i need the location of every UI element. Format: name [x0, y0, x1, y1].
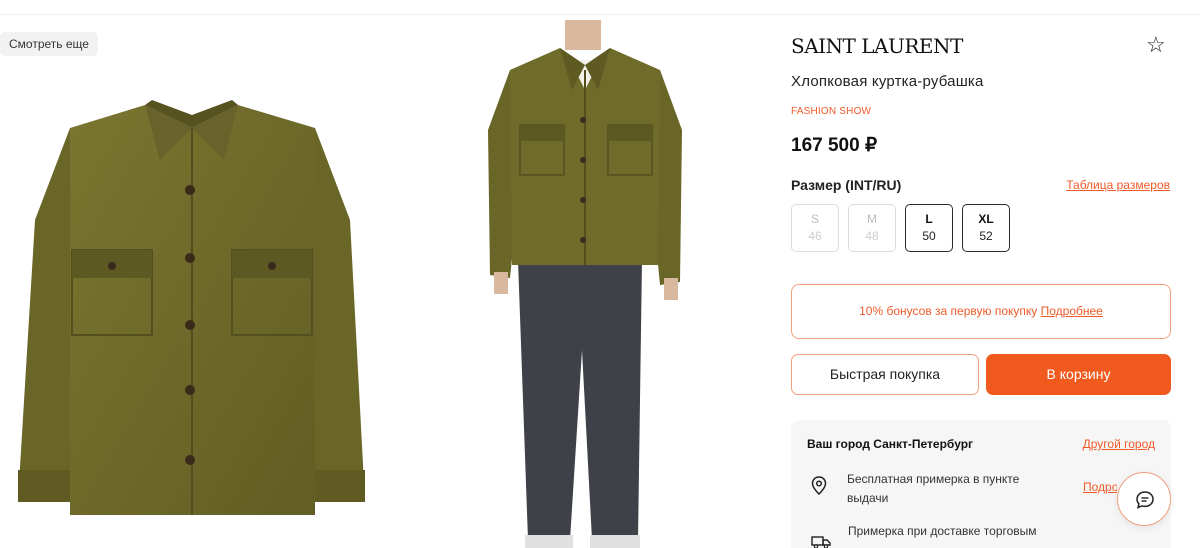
size-label: Размер (INT/RU) [791, 177, 902, 193]
size-ru: 46 [808, 229, 822, 243]
size-option-m[interactable]: M 48 [848, 204, 896, 252]
size-int: L [925, 212, 933, 226]
product-price: 167 500 ₽ [791, 135, 878, 156]
size-table-link[interactable]: Таблица размеров [1066, 178, 1170, 192]
size-int: M [867, 212, 877, 226]
other-city-link[interactable]: Другой город [1083, 437, 1155, 451]
product-title: Хлопковая куртка-рубашка [791, 73, 984, 90]
city-label: Ваш город Санкт-Петербург [807, 437, 974, 451]
model-illustration [488, 20, 682, 548]
product-info-panel: SAINT LAURENT ☆ Хлопковая куртка-рубашка… [790, 0, 1180, 548]
size-ru: 48 [865, 229, 879, 243]
bonus-details-link[interactable]: Подробнее [1041, 304, 1103, 318]
product-image-flat[interactable] [10, 70, 380, 548]
collection-tag: FASHION SHOW [791, 106, 872, 117]
size-ru: 52 [979, 229, 993, 243]
fitting-details-link[interactable]: Подробнее [1083, 480, 1117, 494]
size-option-l[interactable]: L 50 [905, 204, 953, 252]
bonus-text: 10% бонусов за первую покупку [859, 304, 1038, 318]
size-int: S [810, 212, 819, 226]
size-option-s[interactable]: S 46 [791, 204, 839, 252]
delivery-fitting-text: Примерка при доставке торговым [848, 524, 1037, 538]
add-to-cart-button[interactable]: В корзину [986, 354, 1171, 395]
size-ru: 50 [922, 229, 936, 243]
jacket-flat-illustration [18, 100, 365, 515]
brand-logo[interactable]: SAINT LAURENT [791, 34, 963, 58]
product-image-model[interactable] [470, 20, 700, 548]
location-pin-icon [811, 476, 827, 496]
quick-buy-button[interactable]: Быстрая покупка [791, 354, 979, 395]
bonus-banner: 10% бонусов за первую покупку Подробнее [791, 284, 1171, 339]
size-selector: S 46 M 48 L 50 XL 52 [791, 204, 1010, 252]
truck-icon [811, 536, 831, 548]
chat-icon [1136, 491, 1154, 509]
fitting-option-text: Бесплатная примерка в пункте выдачи [847, 472, 1020, 505]
favorite-star-icon[interactable]: ☆ [1146, 32, 1166, 58]
size-int: XL [978, 212, 994, 226]
size-option-xl[interactable]: XL 52 [962, 204, 1010, 252]
delivery-info: Ваш город Санкт-Петербург Другой город Б… [791, 420, 1171, 548]
see-more-chip[interactable]: Смотреть еще [0, 32, 98, 56]
chat-button[interactable] [1117, 472, 1171, 526]
